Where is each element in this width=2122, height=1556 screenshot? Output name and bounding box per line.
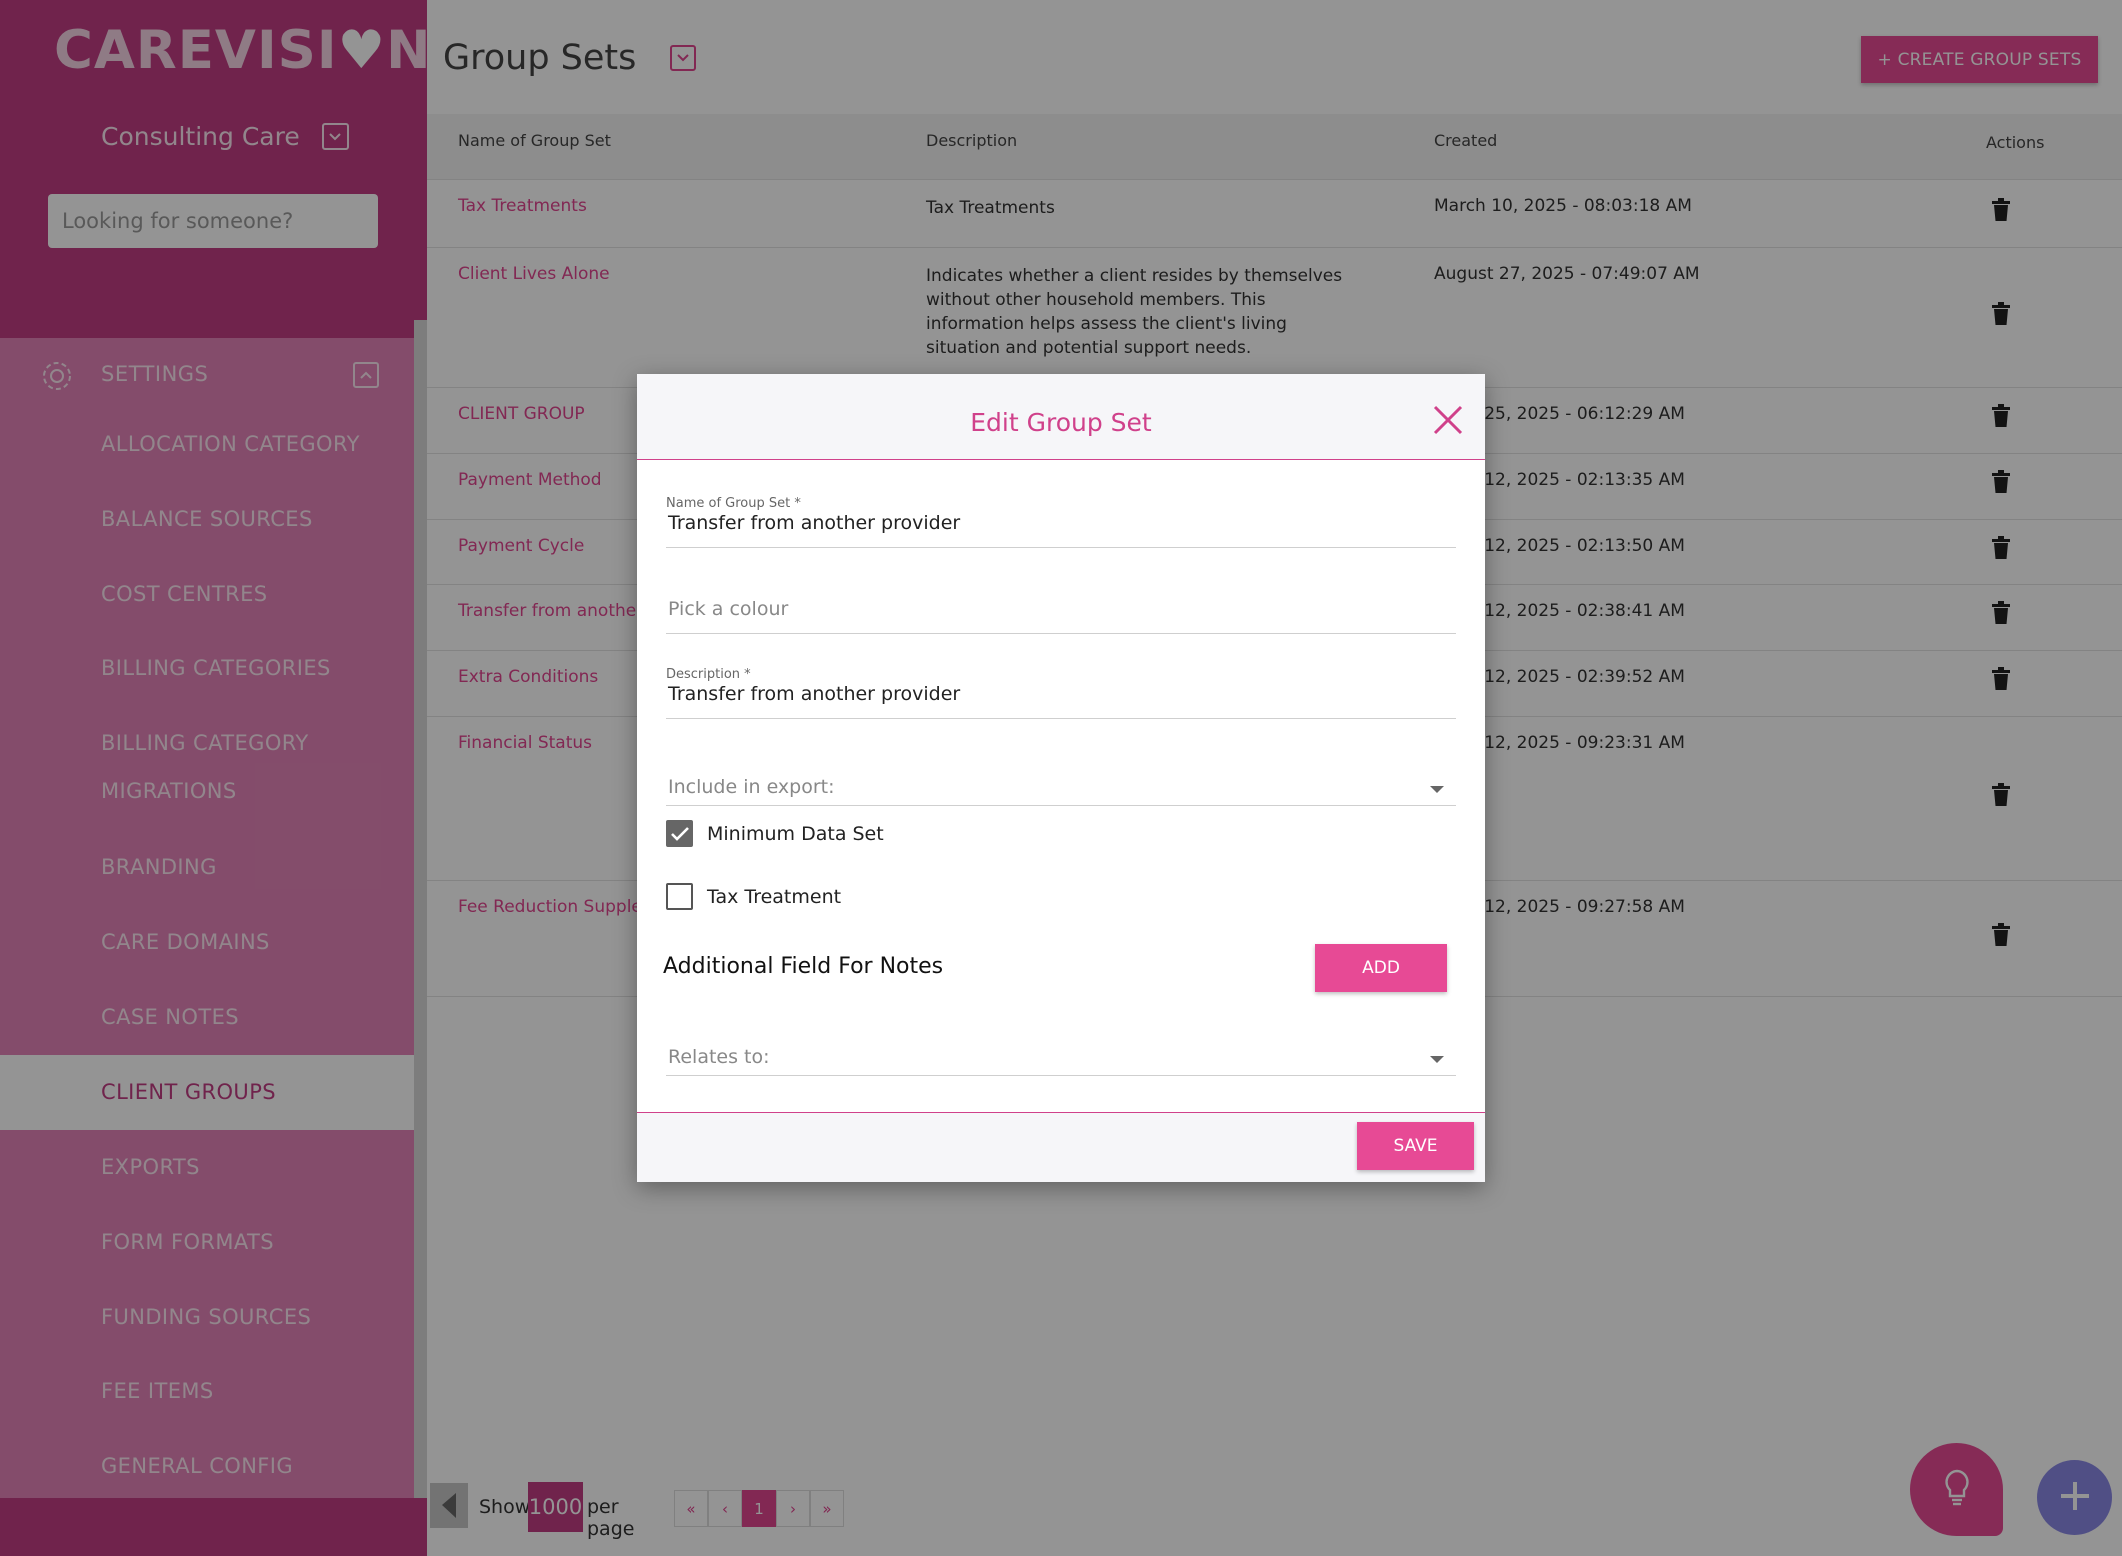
colour-picker-placeholder: Pick a colour [668,598,789,620]
group-set-name-field[interactable]: Name of Group Set * Transfer from anothe… [666,496,1456,548]
description-value[interactable]: Transfer from another provider [668,683,960,705]
relates-to-select[interactable]: Relates to: [666,1044,1456,1076]
relates-to-placeholder: Relates to: [668,1046,770,1068]
additional-field-for-notes-label: Additional Field For Notes [663,954,944,979]
close-icon[interactable] [1432,404,1464,436]
minimum-data-set-checkbox[interactable] [666,820,693,847]
include-in-export-select[interactable]: Include in export: [666,774,1456,806]
tax-treatment-option[interactable]: Tax Treatment [666,883,841,910]
modal-title: Edit Group Set [970,408,1152,437]
caret-down-icon [1430,786,1444,793]
group-set-name-label: Name of Group Set * [666,496,801,511]
save-button[interactable]: SAVE [1357,1122,1474,1170]
modal-footer: SAVE [637,1112,1485,1182]
colour-picker-field[interactable]: Pick a colour [666,590,1456,634]
minimum-data-set-label: Minimum Data Set [707,822,884,845]
caret-down-icon [1430,1056,1444,1063]
include-in-export-placeholder: Include in export: [668,776,835,798]
minimum-data-set-option[interactable]: Minimum Data Set [666,820,884,847]
modal-header: Edit Group Set [637,374,1485,460]
tax-treatment-label: Tax Treatment [707,885,842,908]
description-label: Description * [666,667,751,682]
description-field[interactable]: Description * Transfer from another prov… [666,667,1456,719]
edit-group-set-modal: Edit Group Set Name of Group Set * Trans… [637,374,1485,1182]
add-button[interactable]: ADD [1315,944,1447,992]
tax-treatment-checkbox[interactable] [666,883,693,910]
group-set-name-value[interactable]: Transfer from another provider [668,512,960,534]
